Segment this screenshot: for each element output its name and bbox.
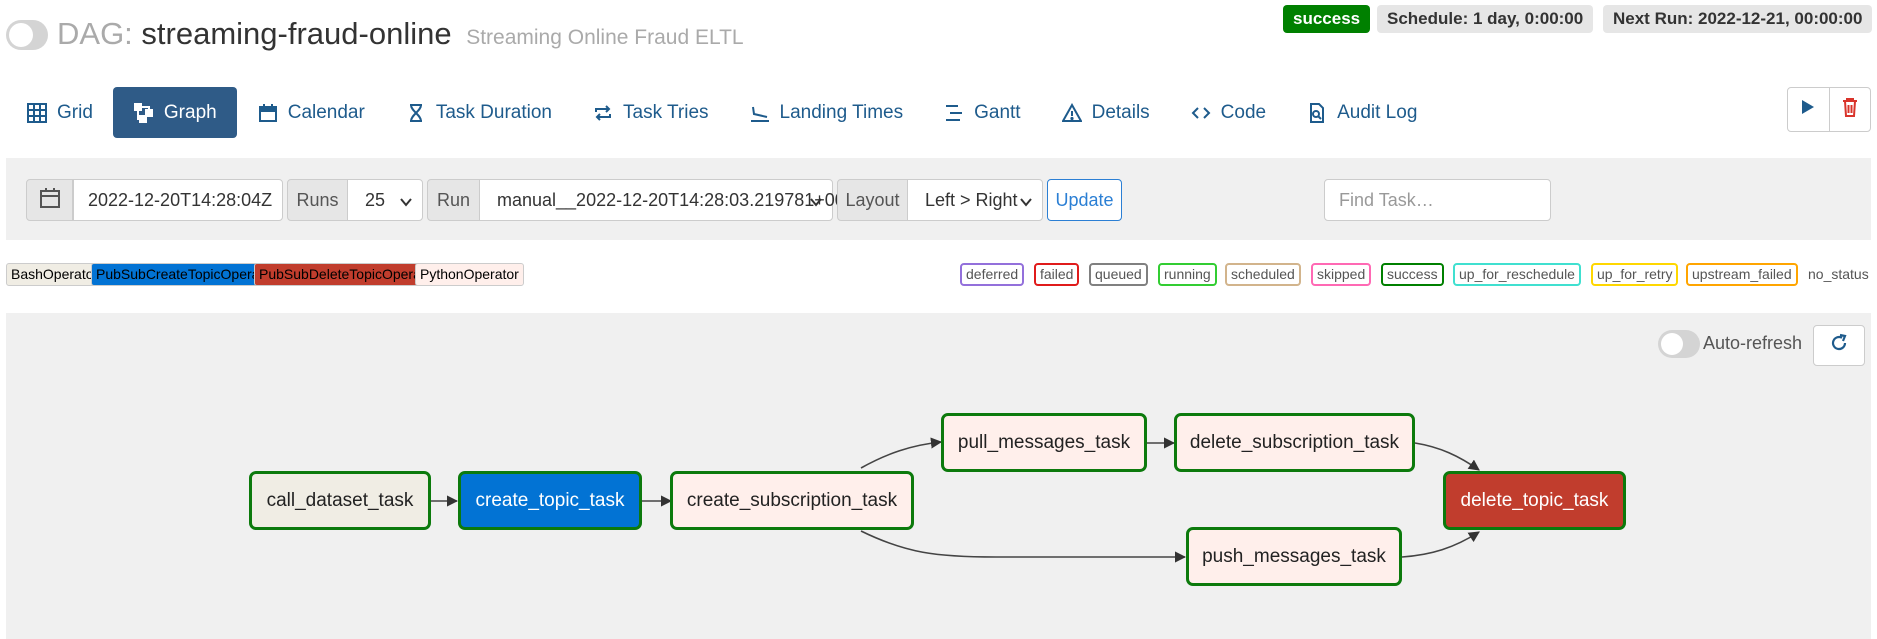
tab-label: Details [1091, 101, 1150, 123]
edge-create-subscription-to-pull-messages [860, 437, 943, 469]
state-legend-running[interactable]: running [1158, 263, 1217, 286]
graph-icon [133, 102, 155, 124]
edge-push-messages-to-delete-topic [1401, 531, 1480, 558]
base-date-input[interactable]: 2022-12-20T14:28:04Z [73, 179, 283, 221]
next-run-badge[interactable]: Next Run: 2022-12-21, 00:00:00 [1603, 5, 1873, 33]
dag-graph-canvas[interactable]: Auto-refresh call_dataset_task create_to… [6, 313, 1871, 639]
graph-filter-bar: 2022-12-20T14:28:04Z Runs 25 Run manual_… [6, 158, 1871, 240]
edge-delete-subscription-to-delete-topic [1414, 442, 1480, 471]
tab-label: Audit Log [1337, 101, 1418, 123]
tab-label: Code [1220, 101, 1267, 123]
state-legend-queued[interactable]: queued [1089, 263, 1148, 286]
run-select[interactable]: manual__2022-12-20T14:28:03.219781+00:00 [479, 179, 870, 221]
operator-legend-pubsub-create-topic: PubSubCreateTopicOperator [91, 263, 281, 286]
tab-label: Landing Times [779, 101, 904, 123]
state-legend-skipped[interactable]: skipped [1311, 263, 1372, 286]
dag-actions [1787, 87, 1871, 132]
code-icon [1190, 102, 1212, 124]
runs-select[interactable]: 25 [347, 179, 423, 221]
tab-task-duration[interactable]: Task Duration [385, 87, 572, 138]
run-label: Run [427, 179, 480, 221]
operator-legend-python: PythonOperator [415, 263, 524, 286]
trigger-dag-button[interactable] [1788, 88, 1829, 131]
tab-label: Grid [57, 101, 93, 123]
tab-label: Calendar [287, 101, 365, 123]
state-legend-upstream-failed[interactable]: upstream_failed [1686, 263, 1798, 286]
gantt-icon [943, 102, 965, 124]
state-legend-up-for-reschedule[interactable]: up_for_reschedule [1453, 263, 1581, 286]
hourglass-icon [405, 102, 427, 124]
date-picker-button[interactable] [26, 179, 73, 221]
chevron-down-icon [1020, 193, 1032, 214]
calendar-icon [39, 187, 61, 214]
toggle-knob [9, 23, 33, 47]
task-node-call-dataset[interactable]: call_dataset_task [249, 471, 431, 530]
dag-prefix: DAG: [57, 16, 133, 51]
tab-grid[interactable]: Grid [6, 87, 113, 138]
runs-label: Runs [287, 179, 348, 221]
warning-triangle-icon [1061, 102, 1083, 124]
layout-label: Layout [837, 179, 908, 221]
play-icon [1801, 99, 1815, 120]
state-legend-no-status[interactable]: no_status [1802, 263, 1875, 286]
update-button[interactable]: Update [1047, 179, 1122, 221]
landing-plane-icon [749, 102, 771, 124]
state-legend-scheduled[interactable]: scheduled [1225, 263, 1301, 286]
dag-view-tabs: Grid Graph Calendar Task Duration Task T… [6, 87, 1437, 138]
runs-value: 25 [365, 189, 386, 210]
operator-legend-pubsub-delete-topic: PubSubDeleteTopicOperator [254, 263, 443, 286]
chevron-down-icon [810, 193, 822, 214]
dag-pause-toggle[interactable] [6, 20, 48, 50]
tab-label: Gantt [974, 101, 1021, 123]
tab-audit-log[interactable]: Audit Log [1286, 87, 1437, 138]
task-node-push-messages[interactable]: push_messages_task [1186, 527, 1402, 586]
tab-label: Graph [163, 101, 217, 123]
layout-value: Left > Right [925, 189, 1018, 210]
tab-label: Task Duration [435, 101, 552, 123]
task-node-delete-subscription[interactable]: delete_subscription_task [1174, 413, 1415, 472]
operator-legend-bash: BashOperator [6, 263, 104, 286]
status-badge: success [1283, 5, 1371, 33]
tab-graph[interactable]: Graph [112, 87, 237, 138]
edge-create-subscription-to-push-messages [860, 530, 1187, 563]
chevron-down-icon [400, 193, 412, 214]
layout-select[interactable]: Left > Right [907, 179, 1043, 221]
state-legend-success[interactable]: success [1381, 263, 1444, 286]
trash-icon [1842, 97, 1858, 122]
task-node-delete-topic[interactable]: delete_topic_task [1443, 471, 1626, 530]
task-node-create-subscription[interactable]: create_subscription_task [670, 471, 914, 530]
tab-task-tries[interactable]: Task Tries [572, 87, 729, 138]
tab-details[interactable]: Details [1041, 87, 1170, 138]
find-task-input[interactable]: Find Task… [1324, 179, 1551, 221]
calendar-icon [257, 102, 279, 124]
tab-code[interactable]: Code [1170, 87, 1286, 138]
dag-description: Streaming Online Fraud ELTL [466, 26, 744, 49]
retry-icon [592, 102, 614, 124]
tab-calendar[interactable]: Calendar [237, 87, 385, 138]
task-node-pull-messages[interactable]: pull_messages_task [941, 413, 1147, 472]
dag-id: streaming-fraud-online [141, 16, 452, 51]
page-title: DAG: streaming-fraud-online Streaming On… [57, 14, 744, 58]
audit-file-icon [1306, 102, 1328, 124]
grid-icon [26, 102, 48, 124]
task-node-create-topic[interactable]: create_topic_task [458, 471, 642, 530]
tab-gantt[interactable]: Gantt [923, 87, 1040, 138]
state-legend-deferred[interactable]: deferred [960, 263, 1025, 286]
state-legend-failed[interactable]: failed [1034, 263, 1080, 286]
tab-label: Task Tries [623, 101, 709, 123]
state-legend-up-for-retry[interactable]: up_for_retry [1591, 263, 1679, 286]
delete-dag-button[interactable] [1828, 88, 1870, 131]
schedule-badge: Schedule: 1 day, 0:00:00 [1377, 5, 1594, 33]
tab-landing-times[interactable]: Landing Times [729, 87, 924, 138]
